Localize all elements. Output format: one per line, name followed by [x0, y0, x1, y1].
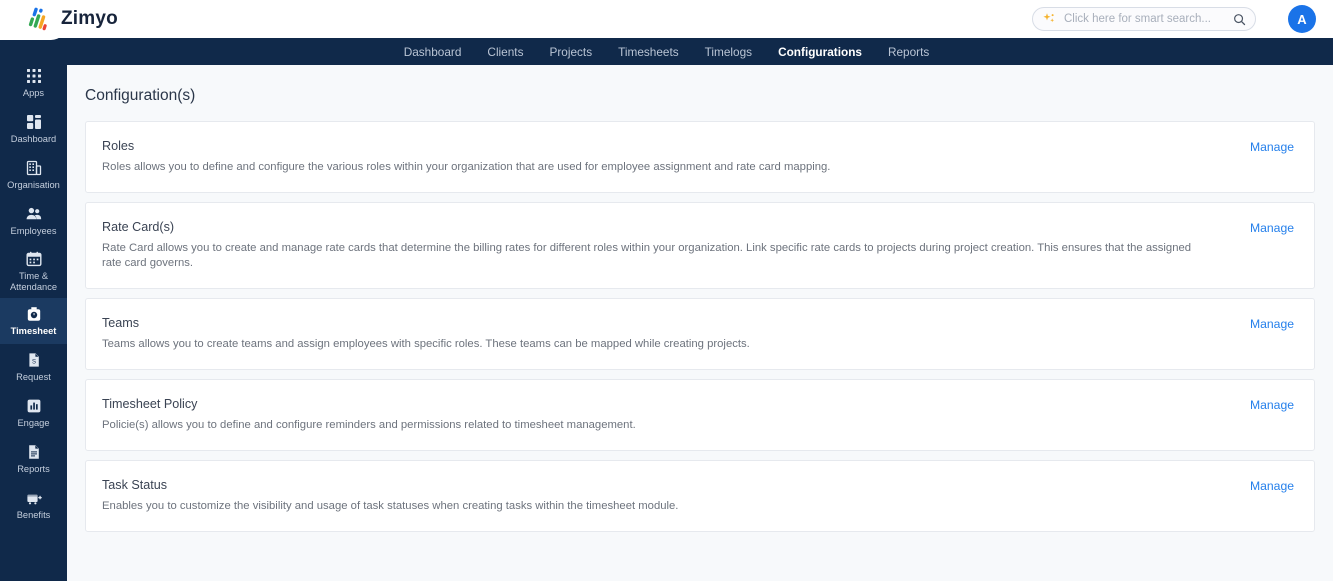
building-icon: [25, 159, 43, 177]
sidebar-item-label: Employees: [10, 226, 57, 237]
nav-item-clients[interactable]: Clients: [487, 45, 523, 59]
grid-dots-icon: [25, 67, 43, 85]
card-title: Teams: [102, 316, 140, 331]
nav-item-timelogs[interactable]: Timelogs: [705, 45, 752, 59]
card-texts: Rate Card(s) Rate Card allows you to cre…: [102, 220, 1197, 271]
config-card-task-status[interactable]: Task Status Enables you to customize the…: [85, 460, 1315, 533]
nav-item-timesheets[interactable]: Timesheets: [618, 45, 679, 59]
card-texts: Timesheet Policy Policie(s) allows you t…: [102, 397, 636, 433]
app-root: Zimyo A Dashboard Clien: [0, 0, 1333, 581]
brand[interactable]: Zimyo: [26, 6, 118, 32]
bar-chart-icon: [25, 397, 43, 415]
dashboard-squares-icon: [25, 113, 43, 131]
svg-text:S: S: [31, 359, 35, 365]
config-card-timesheet-policy[interactable]: Timesheet Policy Policie(s) allows you t…: [85, 379, 1315, 452]
config-card-roles[interactable]: Roles Roles allows you to define and con…: [85, 121, 1315, 194]
card-title: Rate Card(s): [102, 220, 175, 235]
card-title: Task Status: [102, 478, 168, 493]
manage-link-teams[interactable]: Manage: [1250, 317, 1294, 331]
sidebar-item-organisation[interactable]: Organisation: [0, 152, 67, 198]
people-icon: [25, 205, 43, 223]
card-texts: Roles Roles allows you to define and con…: [102, 139, 830, 175]
sidebar-item-label: Engage: [17, 418, 50, 429]
sidebar-item-engage[interactable]: Engage: [0, 390, 67, 436]
config-card-rate-cards[interactable]: Rate Card(s) Rate Card allows you to cre…: [85, 202, 1315, 290]
sidebar-item-label: Reports: [17, 464, 50, 475]
card-description: Rate Card allows you to create and manag…: [102, 242, 1192, 270]
sidebar-top-curve: [0, 24, 67, 60]
sidebar-item-dashboard[interactable]: Dashboard: [0, 106, 67, 152]
card-description: Teams allows you to create teams and ass…: [102, 338, 750, 351]
nav-item-dashboard[interactable]: Dashboard: [404, 45, 462, 59]
top-navigation: Dashboard Clients Projects Timesheets Ti…: [0, 38, 1333, 65]
zimyo-slashes-logo-icon: [26, 6, 52, 32]
sidebar-item-time-attendance[interactable]: Time & Attendance: [0, 244, 67, 298]
nav-item-reports[interactable]: Reports: [888, 45, 929, 59]
card-description: Enables you to customize the visibility …: [102, 500, 679, 513]
card-title: Roles: [102, 139, 135, 153]
sidebar-item-label: Benefits: [16, 510, 51, 521]
sidebar-item-benefits[interactable]: Benefits: [0, 482, 67, 528]
manage-link-rate-cards[interactable]: Manage: [1250, 221, 1294, 235]
card-title: Timesheet Policy: [102, 397, 198, 412]
nav-item-projects[interactable]: Projects: [549, 45, 592, 59]
document-request-icon: S: [25, 351, 43, 369]
search-input[interactable]: [1064, 13, 1233, 25]
sidebar-item-label: Request: [16, 372, 51, 383]
benefits-cart-icon: [25, 489, 43, 507]
card-description: Roles allows you to define and configure…: [102, 161, 831, 173]
config-card-teams[interactable]: Teams Teams allows you to create teams a…: [85, 298, 1315, 371]
sparkle-icon: [1042, 12, 1056, 26]
sidebar-item-reports[interactable]: Reports: [0, 436, 67, 482]
card-texts: Task Status Enables you to customize the…: [102, 478, 678, 514]
report-document-icon: [25, 443, 43, 461]
manage-link-timesheet-policy[interactable]: Manage: [1250, 398, 1294, 412]
left-sidebar: Apps Dashboard Organisation Employees Ti…: [0, 24, 67, 581]
sidebar-item-employees[interactable]: Employees: [0, 198, 67, 244]
sidebar-item-label: Apps: [22, 88, 45, 99]
avatar-initial: A: [1297, 11, 1307, 27]
avatar[interactable]: A: [1288, 5, 1316, 33]
sidebar-item-label: Timesheet: [10, 326, 57, 337]
page-title: Configuration(s): [85, 87, 196, 104]
manage-link-roles[interactable]: Manage: [1250, 140, 1294, 154]
search-icon[interactable]: [1233, 13, 1246, 26]
sidebar-item-label: Organisation: [7, 180, 60, 191]
smart-search-bar[interactable]: [1032, 7, 1256, 31]
calendar-icon: [25, 250, 43, 268]
manage-link-task-status[interactable]: Manage: [1250, 479, 1294, 493]
sidebar-item-timesheet[interactable]: Timesheet: [0, 298, 67, 344]
sidebar-item-apps[interactable]: Apps: [0, 60, 67, 106]
top-header-bar: Zimyo A: [0, 0, 1333, 38]
sidebar-item-label: Time & Attendance: [9, 270, 58, 292]
sidebar-item-label: Dashboard: [10, 134, 57, 145]
sidebar-item-request[interactable]: S Request: [0, 344, 67, 390]
main-content: Configuration(s) Roles Roles allows you …: [67, 65, 1333, 581]
card-description: Policie(s) allows you to define and conf…: [102, 419, 636, 432]
timesheet-clock-icon: [25, 305, 43, 323]
card-texts: Teams Teams allows you to create teams a…: [102, 316, 750, 352]
nav-item-configurations[interactable]: Configurations: [778, 45, 862, 59]
brand-name: Zimyo: [61, 8, 118, 29]
